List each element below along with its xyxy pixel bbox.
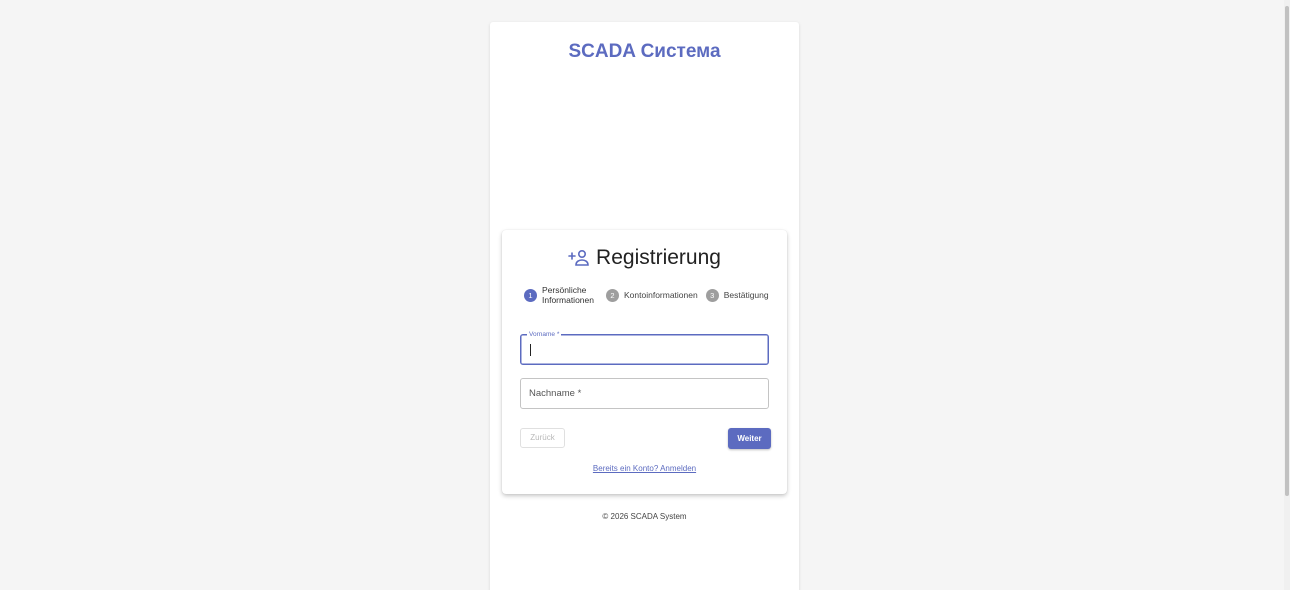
registration-card: Registrierung 1 Persönliche Informatione… bbox=[502, 230, 787, 494]
step-account-info: 2 Kontoinformationen bbox=[606, 288, 698, 302]
next-button[interactable]: Weiter bbox=[728, 428, 771, 449]
step-number: 2 bbox=[606, 288, 619, 302]
back-button[interactable]: Zurück bbox=[520, 428, 565, 448]
person-add-icon bbox=[568, 249, 590, 267]
step-label: Kontoinformationen bbox=[624, 290, 698, 300]
scrollbar-thumb[interactable] bbox=[1285, 6, 1289, 496]
first-name-field[interactable]: Vorname * bbox=[520, 330, 769, 365]
last-name-field[interactable]: Nachname * bbox=[520, 378, 769, 409]
step-label: Bestätigung bbox=[723, 290, 769, 300]
brand-title: SCADA Система bbox=[568, 41, 721, 62]
registration-panel: SCADA Система Registrierung 1 Persönlich… bbox=[490, 22, 799, 590]
card-title: Registrierung bbox=[596, 246, 721, 269]
vertical-scrollbar[interactable] bbox=[1284, 0, 1290, 590]
step-label: Persönliche Informationen bbox=[542, 285, 594, 305]
stepper: 1 Persönliche Informationen 2 Kontoinfor… bbox=[524, 285, 769, 305]
step-number: 1 bbox=[524, 288, 537, 302]
step-number: 3 bbox=[705, 288, 719, 302]
card-header: Registrierung bbox=[502, 246, 787, 270]
login-link[interactable]: Bereits ein Konto? Anmelden bbox=[502, 464, 787, 473]
step-confirmation: 3 Bestätigung bbox=[705, 288, 769, 302]
footer-copyright: © 2026 SCADA System bbox=[602, 512, 687, 521]
step-personal-info: 1 Persönliche Informationen bbox=[524, 285, 598, 305]
